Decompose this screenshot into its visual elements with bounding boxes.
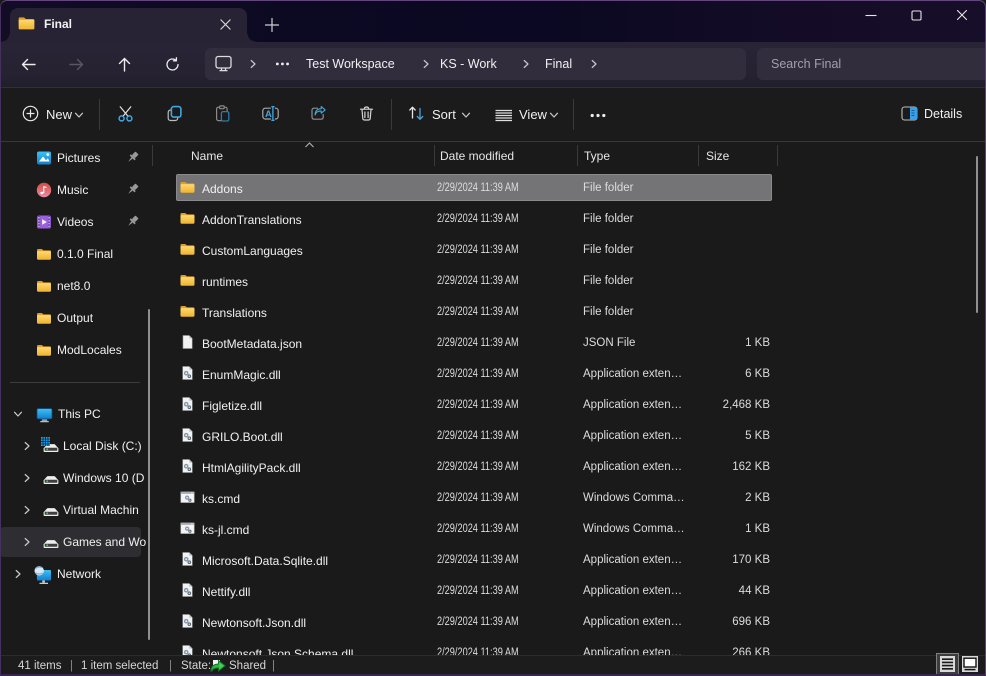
svg-text:A: A <box>265 109 272 120</box>
